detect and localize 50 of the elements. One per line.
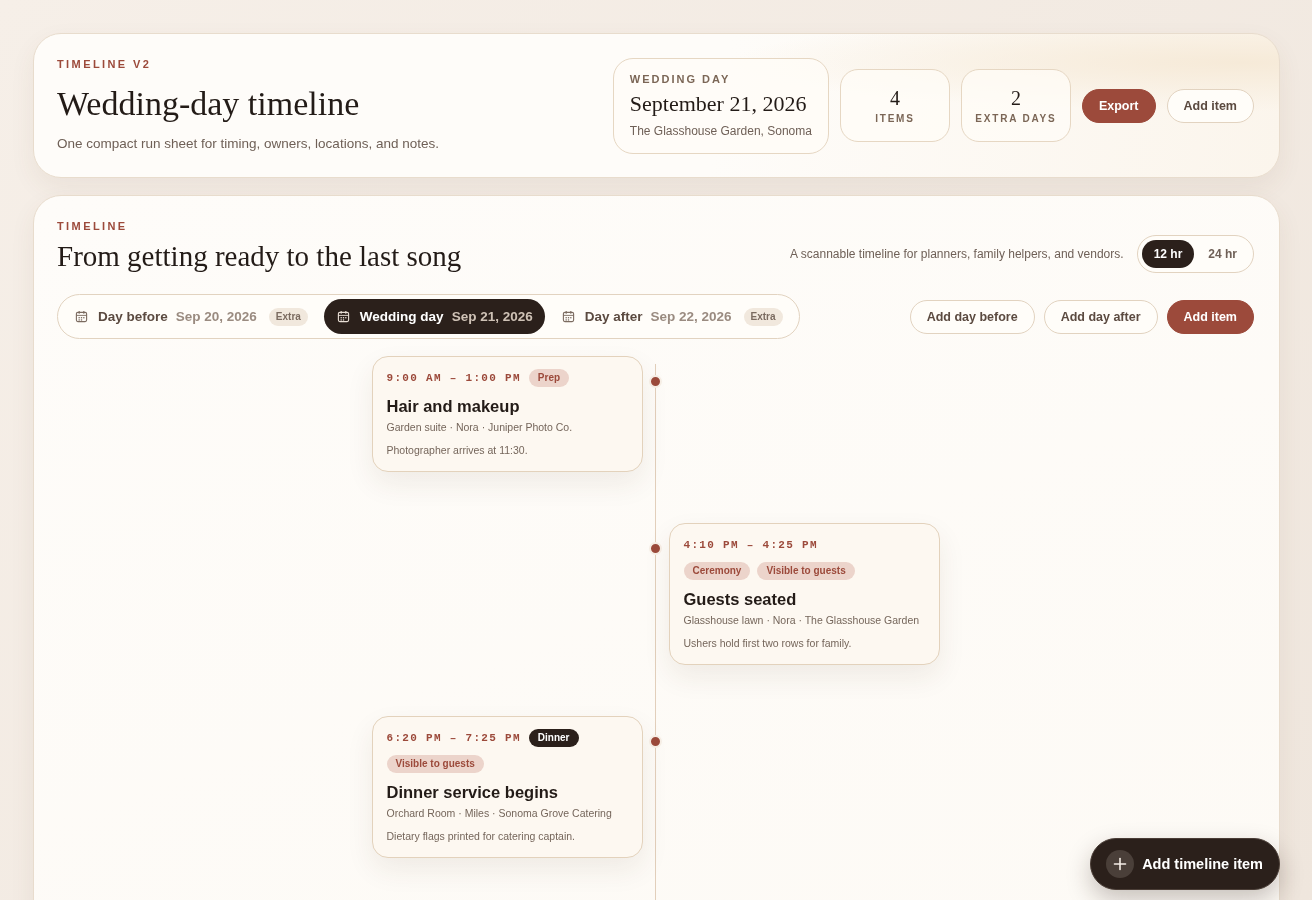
event-tag: Ceremony [683,562,751,580]
event-date: September 21, 2026 [629,89,808,118]
day-tab[interactable]: Day before Sep 20, 2026 Extra [62,299,320,334]
extra-badge: Extra [743,307,783,326]
item-title: Guests seated [683,589,798,609]
event-tag: Prep [528,369,570,387]
page-subtitle: One compact run sheet for timing, owners, locations, and notes. [57,135,439,153]
timeline-dot-icon [649,542,662,555]
event-tag: Dinner [528,729,579,747]
calendar-icon [336,310,350,323]
add-timeline-item-button[interactable]: Add timeline item [1090,838,1280,890]
section-description: A scannable timeline for planners, family helpers, and vendors. [790,247,1124,261]
stat-label: EXTRA DAYS [975,113,1057,124]
item-note: Ushers hold first two rows for family. [683,636,853,650]
item-details: Orchard Room · Miles · Sonoma Grove Catering [386,806,613,820]
event-tag: Visible to guests [757,562,855,580]
clock-format-option[interactable]: 24 hr [1196,240,1249,268]
event-label: WEDDING DAY [629,71,732,86]
calendar-icon [75,310,88,323]
event-venue: The Glasshouse Garden, Sonoma [629,122,812,139]
export-button[interactable]: Export [1081,88,1156,123]
add-item-button[interactable]: Add item [1166,88,1254,123]
day-tab[interactable]: Day after Sep 22, 2026 Extra [548,299,795,334]
item-note: Photographer arrives at 11:30. [386,443,529,457]
item-title: Dinner service begins [386,782,559,802]
stat-value: 4 [889,87,900,109]
add-day-after-button[interactable]: Add day after [1043,299,1158,334]
timeline-dot-icon [649,375,662,388]
section-title: From getting ready to the last song [57,239,462,273]
time-range: 4:10 PM – 4:25 PM [683,539,818,551]
item-details: Garden suite · Nora · Juniper Photo Co. [386,420,574,434]
timeline-dot-icon [649,735,662,748]
event-tag: Visible to guests [386,755,484,773]
calendar-icon [561,310,575,323]
item-note: Dietary flags printed for catering captain. [386,829,576,843]
day-tab[interactable]: Wedding day Sep 21, 2026 [323,299,545,334]
eyebrow-label: TIMELINE V2 [57,57,153,71]
item-title: Hair and makeup [386,396,521,416]
stat-value: 2 [1010,87,1021,109]
item-details: Glasshouse lawn · Nora · The Glasshouse Garden [683,613,921,627]
extra-badge: Extra [268,307,308,326]
clock-format-option[interactable]: 12 hr [1141,240,1195,268]
add-day-before-button[interactable]: Add day before [909,299,1035,334]
time-range: 6:20 PM – 7:25 PM [386,732,521,744]
time-range: 9:00 AM – 1:00 PM [386,372,521,384]
section-eyebrow: TIMELINE [57,219,129,233]
add-item-button[interactable]: Add item [1166,299,1254,334]
plus-icon [1106,850,1135,878]
stat-label: ITEMS [875,113,915,124]
page-title: Wedding-day timeline [57,84,361,124]
